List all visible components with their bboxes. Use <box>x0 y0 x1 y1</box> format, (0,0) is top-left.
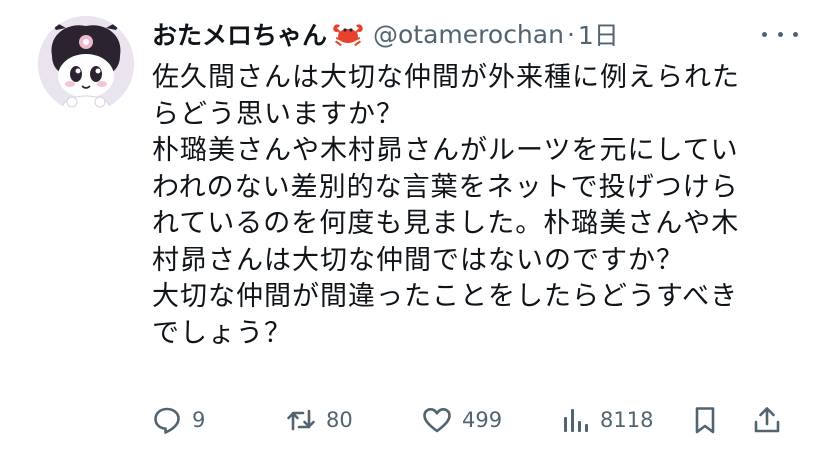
tweet: おたメロちゃん @otamerochan · 1日 佐久間さんは大切な仲間が外来… <box>0 0 828 456</box>
reply-count: 9 <box>192 408 206 432</box>
display-name[interactable]: おたメロちゃん <box>152 16 327 52</box>
action-bar: 9 80 499 8118 <box>152 398 792 442</box>
tweet-text-line: でしょう？ <box>152 317 292 349</box>
views-icon <box>560 405 590 435</box>
tweet-text-line: れているのを何度も見ました。朴璐美さんや木 <box>152 208 740 239</box>
bookmark-icon <box>690 405 720 435</box>
timestamp[interactable]: 1日 <box>578 16 619 52</box>
user-handle[interactable]: @otamerochan <box>373 20 564 49</box>
avatar[interactable] <box>38 16 134 112</box>
retweet-count: 80 <box>326 408 353 432</box>
tweet-text-line: 朴璐美さんや木村昴さんがルーツを元にしてい <box>152 135 739 166</box>
bookmark-button[interactable] <box>690 398 720 442</box>
tweet-text-line: われのない差別的な言葉をネットで投げつけら <box>152 171 739 203</box>
tweet-text: 佐久間さんは大切な仲間が外来種に例えられた らどう思いますか？ 朴璐美さんや木村… <box>152 60 802 352</box>
like-count: 499 <box>462 408 503 432</box>
separator-dot: · <box>566 19 575 49</box>
reply-button[interactable]: 9 <box>152 398 205 442</box>
tweet-text-line: 大切な仲間が間違ったことをしたらどうすべき <box>152 281 739 312</box>
reply-icon <box>152 405 182 435</box>
retweet-button[interactable]: 80 <box>286 398 353 442</box>
more-icon[interactable] <box>762 24 798 44</box>
views-button[interactable]: 8118 <box>560 398 653 442</box>
tweet-text-line: 村昴さんは大切な仲間ではないのですか？ <box>152 244 684 276</box>
share-button[interactable] <box>752 398 782 442</box>
views-count: 8118 <box>600 408 654 432</box>
tweet-text-line: 佐久間さんは大切な仲間が外来種に例えられた <box>152 62 740 93</box>
like-button[interactable]: 499 <box>422 398 502 442</box>
retweet-icon <box>286 405 316 435</box>
tweet-text-line: らどう思いますか？ <box>152 98 404 130</box>
tweet-header: おたメロちゃん @otamerochan · 1日 <box>152 14 619 54</box>
crab-emoji-icon <box>331 19 365 49</box>
heart-icon <box>422 405 452 435</box>
share-icon <box>752 405 782 435</box>
